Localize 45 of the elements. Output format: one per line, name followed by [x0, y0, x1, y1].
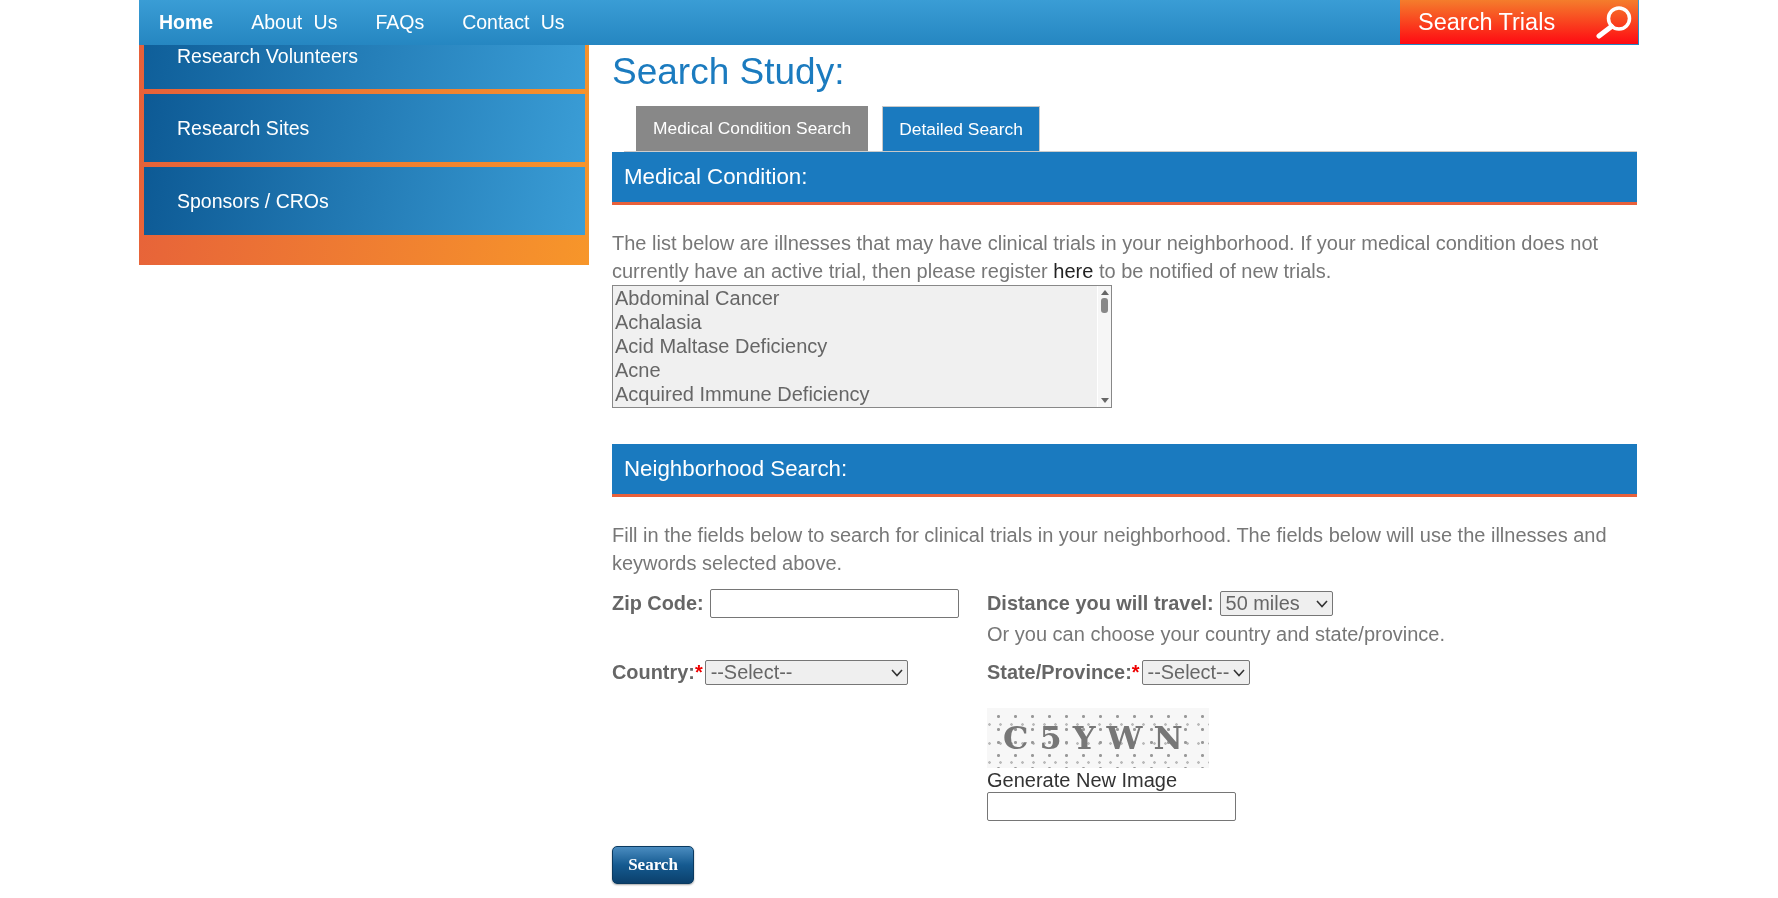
alternative-note: Or you can choose your country and state/province. — [987, 622, 1446, 647]
zip-code-input[interactable] — [709, 589, 959, 618]
captcha-code: C5YWN — [1003, 720, 1194, 756]
chevron-down-icon — [1233, 668, 1246, 677]
listbox-scrollbar[interactable] — [1097, 286, 1111, 407]
generate-new-image-link[interactable]: Generate New Image — [987, 768, 1178, 792]
chevron-down-icon — [890, 668, 903, 677]
section-heading: Medical Condition: — [612, 152, 1637, 205]
sidebar-link[interactable]: Research Volunteers — [144, 45, 585, 89]
sidebar-link[interactable]: Research Sites — [144, 94, 585, 162]
scrollbar-thumb[interactable] — [1101, 298, 1108, 313]
list-option[interactable]: Abdominal Cancer — [613, 286, 1097, 310]
list-option[interactable]: Acid Maltase Deficiency — [613, 334, 1097, 358]
state-province-label: State/Province: — [987, 661, 1132, 684]
nav-link[interactable]: About Us — [251, 11, 338, 34]
state-province-select[interactable]: --Select-- — [1141, 660, 1251, 685]
page-title: Search Study: — [612, 50, 846, 94]
captcha-input[interactable] — [987, 792, 1236, 821]
chevron-down-icon — [1315, 599, 1328, 608]
list-option[interactable]: Acne — [613, 358, 1097, 382]
list-option[interactable]: Achalasia — [613, 310, 1097, 334]
scroll-down-icon[interactable] — [1100, 398, 1109, 403]
section-heading: Neighborhood Search: — [612, 444, 1637, 497]
search-icon — [1595, 5, 1633, 39]
tab[interactable]: Medical Condition Search — [636, 106, 869, 151]
required-asterisk: * — [694, 661, 703, 684]
distance-select[interactable]: 50 miles — [1219, 591, 1333, 616]
country-select[interactable]: --Select-- — [704, 660, 908, 685]
tab[interactable]: Detailed Search — [882, 106, 1040, 152]
sidebar-link[interactable]: Sponsors / CROs — [144, 167, 585, 235]
distance-label: Distance you will travel: — [987, 592, 1214, 615]
scroll-up-icon[interactable] — [1100, 290, 1109, 295]
nav-link[interactable]: FAQs — [375, 11, 425, 34]
register-link[interactable]: here — [1053, 260, 1094, 282]
search-trials-button[interactable]: Search Trials — [1400, 0, 1638, 44]
list-option[interactable]: Acquired Immune Deficiency — [613, 382, 1097, 406]
zip-code-label: Zip Code: — [612, 592, 704, 615]
intro-text: Fill in the fields below to search for clinical trials in your neighborhood. The fields below will use the illnesses and keywords selected above. — [612, 523, 1608, 576]
nav-link[interactable]: Home — [159, 11, 214, 34]
search-button[interactable]: Search — [612, 846, 694, 884]
conditions-listbox[interactable]: Abdominal Cancer Achalasia Acid Maltase Deficiency Acne Acquired Immune Deficiency — [612, 285, 1112, 408]
nav-link[interactable]: Contact Us — [462, 11, 565, 34]
intro-text: The list below are illnesses that may have clinical trials in your neighborhood. If your medical condition does not currently have an active trial, then please register here to be notified of new trials. — [612, 231, 1600, 284]
required-asterisk: * — [1131, 661, 1140, 684]
country-label: Country: — [612, 661, 695, 684]
